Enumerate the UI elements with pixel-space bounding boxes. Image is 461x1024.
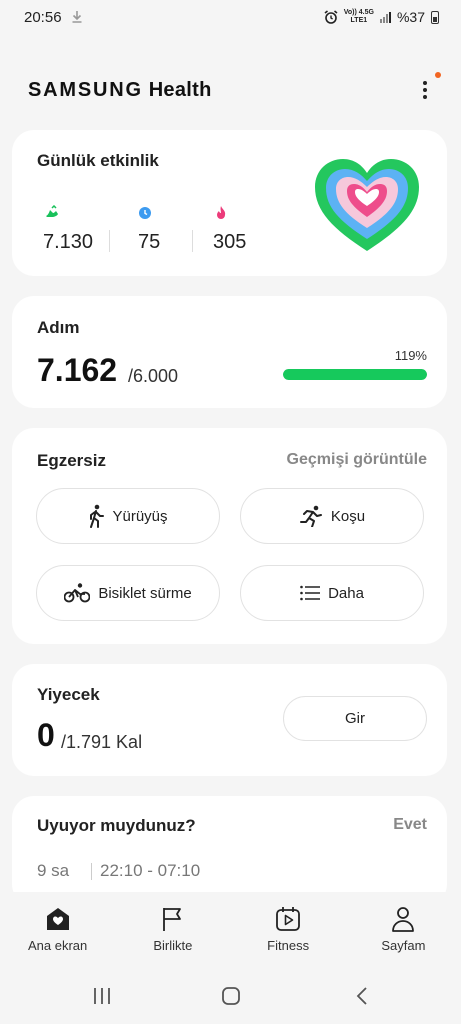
daily-activity-title: Günlük etkinlik xyxy=(37,151,159,170)
sleep-time-range: 22:10 - 07:10 xyxy=(100,861,201,880)
list-icon xyxy=(300,585,321,601)
app-logo: SAMSUNG Health xyxy=(28,78,212,101)
alarm-icon xyxy=(324,10,338,24)
status-bar: 20:56 Vo)) 4.5G LTE1 %37 xyxy=(0,0,461,34)
running-icon xyxy=(299,505,322,527)
running-button[interactable]: Koşu xyxy=(240,488,424,544)
daily-activity-card[interactable]: Günlük etkinlik 7.130 75 305 xyxy=(12,130,447,276)
battery-icon xyxy=(431,10,439,24)
steps-card[interactable]: Adım 7.162 /6.000 119% xyxy=(12,296,447,408)
steps-title: Adım xyxy=(37,318,80,337)
flag-icon xyxy=(162,908,181,931)
steps-stat: 7.130 xyxy=(43,205,123,254)
status-time: 20:56 xyxy=(24,8,62,26)
person-icon xyxy=(392,907,415,932)
exercise-title: Egzersiz xyxy=(37,451,106,470)
activity-heart-icon xyxy=(315,159,419,251)
food-card[interactable]: Yiyecek 0 /1.791 Kal Gir xyxy=(12,664,447,776)
more-exercises-button[interactable]: Daha xyxy=(240,565,424,621)
view-history-link[interactable]: Geçmişi görüntüle xyxy=(287,451,427,469)
cycling-button[interactable]: Bisiklet sürme xyxy=(36,565,220,621)
sleep-yes-button[interactable]: Evet xyxy=(393,816,427,834)
download-icon xyxy=(72,11,82,23)
calories-stat: 305 xyxy=(213,205,293,254)
network-indicator: Vo)) 4.5G LTE1 xyxy=(343,9,374,24)
running-label: Koşu xyxy=(330,507,366,525)
signal-icon xyxy=(379,11,391,23)
steps-progress-fill xyxy=(283,369,427,380)
nav-together[interactable]: Birlikte xyxy=(115,892,230,964)
sleep-duration: 9 sa xyxy=(37,861,70,880)
nav-fitness-label: Fitness xyxy=(267,938,310,953)
steps-percent: 119% xyxy=(394,348,427,363)
enter-food-button[interactable]: Gir xyxy=(283,696,427,741)
walking-icon xyxy=(90,504,105,528)
walking-label: Yürüyüş xyxy=(112,507,168,525)
active-minutes-stat: 75 xyxy=(138,205,218,254)
sleep-title: Uyuyor muydunuz? xyxy=(37,816,196,835)
nav-home[interactable]: Ana ekran xyxy=(0,892,115,964)
exercise-card: Egzersiz Geçmişi görüntüle Yürüyüş Koşu … xyxy=(12,428,447,644)
flame-icon xyxy=(217,206,226,219)
more-options-button[interactable] xyxy=(413,72,441,108)
cycling-label: Bisiklet sürme xyxy=(98,584,192,602)
home-button-icon[interactable] xyxy=(221,986,241,1006)
more-exercises-label: Daha xyxy=(328,584,364,602)
sleep-card[interactable]: Uyuyor muydunuz? Evet 9 sa 22:10 - 07:10 xyxy=(12,796,447,906)
notification-dot xyxy=(435,72,441,78)
nav-home-label: Ana ekran xyxy=(27,938,88,953)
bottom-navigation: Ana ekran Birlikte Fitness Sayfam xyxy=(0,892,461,964)
cycling-icon xyxy=(64,583,91,603)
divider xyxy=(109,230,110,252)
battery-percent: %37 xyxy=(396,9,425,25)
home-heart-icon xyxy=(46,908,69,930)
shoe-icon xyxy=(46,205,58,217)
recent-apps-icon[interactable] xyxy=(92,986,112,1006)
divider xyxy=(192,230,193,252)
clock-icon xyxy=(139,207,151,219)
steps-progress-bar xyxy=(283,369,427,380)
back-icon[interactable] xyxy=(352,986,372,1006)
nav-together-label: Birlikte xyxy=(153,938,193,953)
food-goal: /1.791 Kal xyxy=(61,732,143,752)
nav-fitness[interactable]: Fitness xyxy=(231,892,346,964)
walking-button[interactable]: Yürüyüş xyxy=(36,488,220,544)
food-title: Yiyecek xyxy=(37,685,100,704)
food-value: 0 xyxy=(37,717,55,753)
nav-profile-label: Sayfam xyxy=(381,938,426,953)
play-calendar-icon xyxy=(276,907,301,931)
nav-profile[interactable]: Sayfam xyxy=(346,892,461,964)
steps-goal: /6.000 xyxy=(128,366,179,386)
steps-value: 7.162 xyxy=(37,352,118,388)
system-navigation xyxy=(0,964,461,1024)
app-bar: SAMSUNG Health xyxy=(28,70,441,110)
divider xyxy=(91,863,92,880)
